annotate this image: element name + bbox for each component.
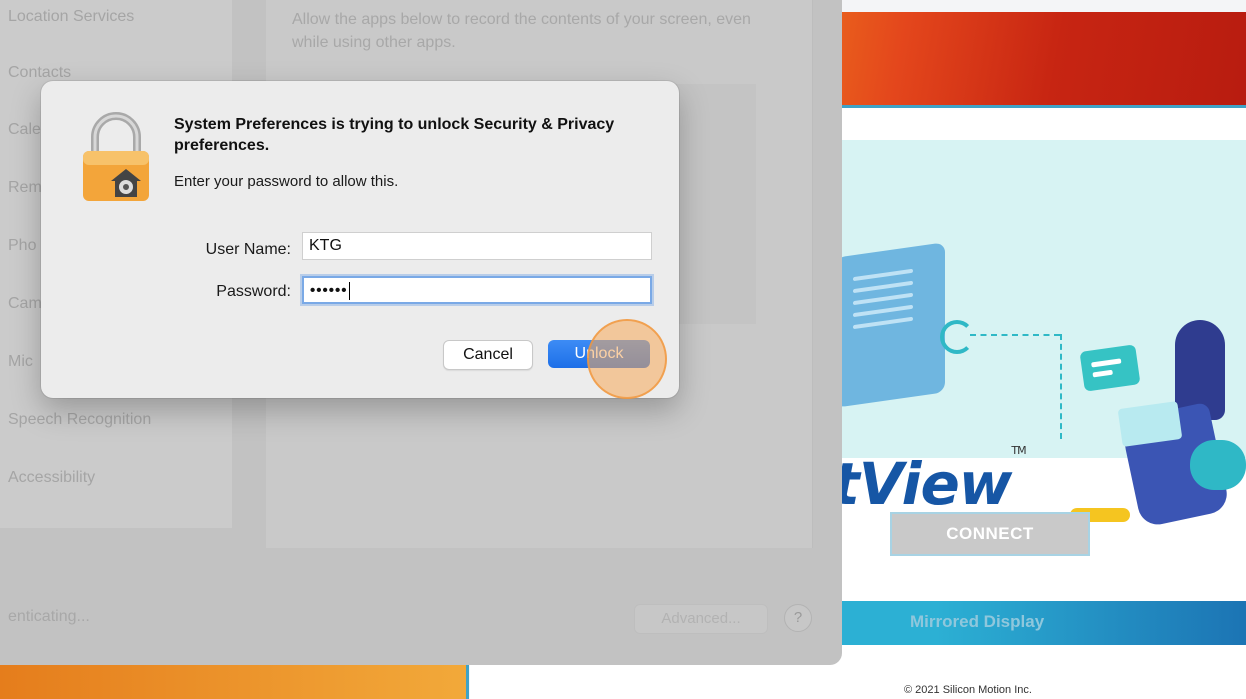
dialog-title: System Preferences is trying to unlock S… <box>174 116 615 154</box>
cancel-button[interactable]: Cancel <box>443 340 533 370</box>
sidebar-item-contacts[interactable]: Contacts <box>8 64 71 82</box>
text-caret <box>348 281 350 300</box>
auth-dialog: System Preferences is trying to unlock S… <box>41 81 679 399</box>
background-window-border <box>466 665 469 699</box>
sidebar-item-accessibility[interactable]: Accessibility <box>8 469 95 487</box>
password-value: •••••• <box>310 282 348 299</box>
advanced-button[interactable]: Advanced... <box>634 604 768 634</box>
pillow-illustration <box>1190 440 1246 490</box>
mirrored-display-label: Mirrored Display <box>910 612 1045 631</box>
dialog-subtitle: Enter your password to allow this. <box>174 173 399 190</box>
sidebar-item-speech-recognition[interactable]: Speech Recognition <box>8 411 151 429</box>
password-label: Password: <box>216 283 291 300</box>
connection-line <box>970 334 1060 336</box>
sidebar-item-location-services[interactable]: Location Services <box>8 8 134 26</box>
sidebar-item-calendars[interactable]: Cale <box>8 121 41 139</box>
username-field[interactable]: KTG <box>302 232 652 260</box>
username-label: User Name: <box>205 241 291 258</box>
sync-icon <box>940 320 974 354</box>
panel-description: Allow the apps below to record the conte… <box>292 11 751 51</box>
authenticating-status: enticating... <box>8 608 90 625</box>
sidebar-item-camera[interactable]: Cam <box>8 295 42 313</box>
connect-button[interactable]: CONNECT <box>890 512 1090 556</box>
brand-logo: tViewTM <box>832 443 1027 518</box>
chat-bubble-icon <box>1079 344 1141 392</box>
sidebar-item-microphone[interactable]: Mic <box>8 353 33 371</box>
sidebar-item-photos[interactable]: Pho <box>8 237 36 255</box>
click-indicator <box>587 319 667 399</box>
copyright-text: © 2021 Silicon Motion Inc. <box>904 684 1032 696</box>
monitor-illustration <box>835 242 945 408</box>
username-value: KTG <box>309 237 342 254</box>
connection-line-vertical <box>1060 334 1062 439</box>
lock-icon <box>83 112 149 201</box>
background-window-edge <box>0 665 468 699</box>
help-button[interactable]: ? <box>784 604 812 632</box>
password-field[interactable]: •••••• <box>302 276 652 304</box>
sidebar-item-reminders[interactable]: Rem <box>8 179 42 197</box>
